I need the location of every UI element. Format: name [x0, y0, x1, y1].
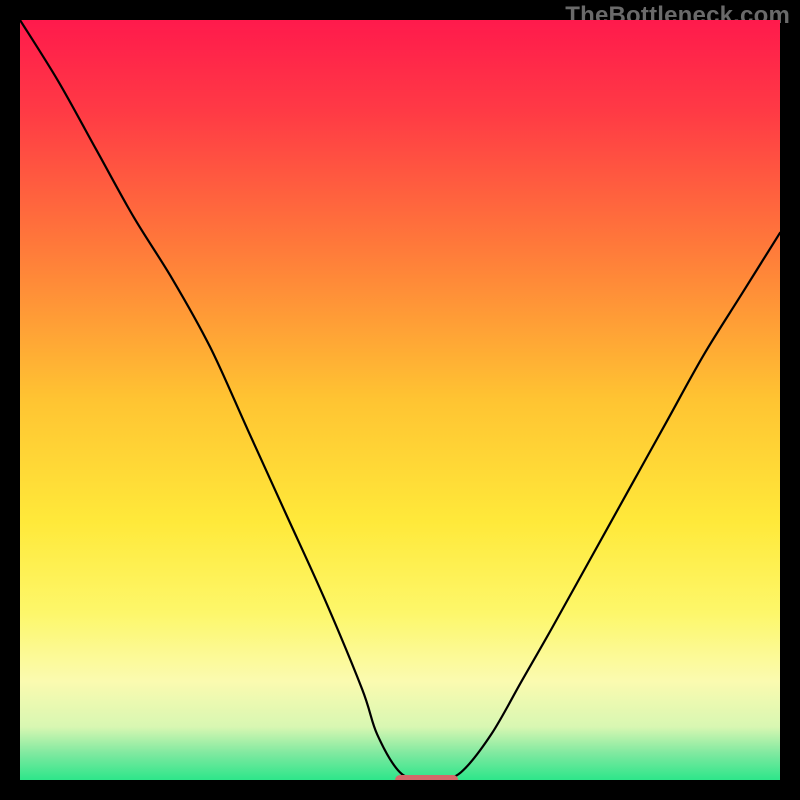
bottleneck-chart	[20, 20, 780, 780]
chart-frame: TheBottleneck.com	[0, 0, 800, 800]
chart-background	[20, 20, 780, 780]
